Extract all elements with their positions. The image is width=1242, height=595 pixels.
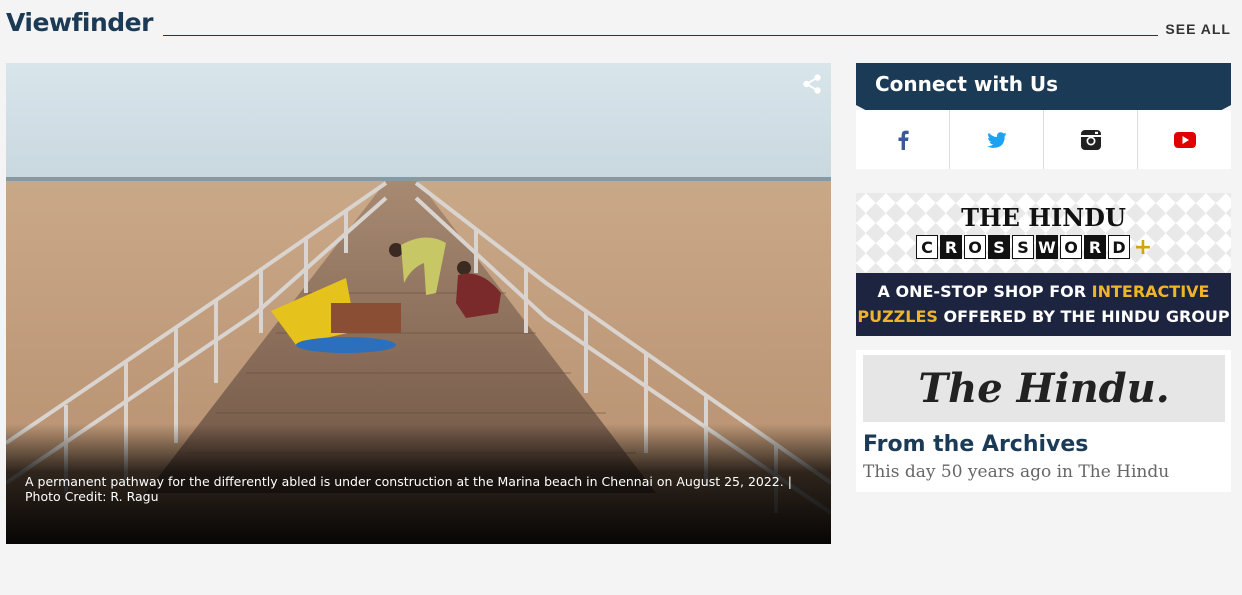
wordmark-tile: C <box>916 235 938 259</box>
wordmark-tile: W <box>1036 235 1058 259</box>
crossword-masthead: THE HINDU <box>961 203 1126 232</box>
youtube-icon <box>1173 131 1196 148</box>
wordmark-tile: S <box>1012 235 1034 259</box>
ad-text: A ONE-STOP SHOP FOR <box>877 282 1092 301</box>
facebook-link[interactable] <box>856 110 950 169</box>
facebook-icon <box>898 130 909 150</box>
archive-subtitle: This day 50 years ago in The Hindu <box>863 462 1170 482</box>
viewfinder-photo-card[interactable]: A permanent pathway for the differently … <box>6 63 831 544</box>
wordmark-tile: R <box>940 235 962 259</box>
wordmark-tile: O <box>964 235 986 259</box>
crossword-ad-line-2: PUZZLES OFFERED BY THE HINDU GROUP <box>856 307 1231 326</box>
crossword-wordmark: C R O S S W O R D + <box>916 234 1154 260</box>
archive-title: From the Archives <box>863 432 1089 457</box>
wordmark-tile: R <box>1084 235 1106 259</box>
see-all-link[interactable]: SEE ALL <box>1165 21 1231 37</box>
connect-title: Connect with Us <box>875 72 1059 96</box>
instagram-icon <box>1080 129 1101 150</box>
archives-card[interactable]: The Hindu. From the Archives This day 50… <box>856 350 1231 492</box>
twitter-link[interactable] <box>950 110 1044 169</box>
crossword-ad-line-1: A ONE-STOP SHOP FOR INTERACTIVE <box>856 282 1231 301</box>
instagram-link[interactable] <box>1044 110 1138 169</box>
social-links <box>856 110 1231 169</box>
title-divider <box>163 35 1158 36</box>
ad-text: OFFERED BY THE HINDU GROUP <box>937 307 1230 326</box>
wordmark-tile: O <box>1060 235 1082 259</box>
wordmark-tile: S <box>988 235 1010 259</box>
connect-header: Connect with Us <box>856 63 1231 105</box>
youtube-link[interactable] <box>1138 110 1231 169</box>
wordmark-plus: + <box>1133 234 1153 260</box>
archive-masthead: The Hindu. <box>863 355 1225 422</box>
photo-caption: A permanent pathway for the differently … <box>25 474 792 504</box>
ad-highlight: INTERACTIVE <box>1091 282 1210 301</box>
crossword-ad-top: THE HINDU C R O S S W O R D + <box>856 193 1231 273</box>
ad-highlight: PUZZLES <box>857 307 938 326</box>
twitter-icon <box>986 131 1007 148</box>
share-icon[interactable] <box>801 73 823 95</box>
section-title: Viewfinder <box>6 8 153 37</box>
crossword-ad-banner[interactable]: THE HINDU C R O S S W O R D + A ONE-STOP… <box>856 193 1231 336</box>
wordmark-tile: D <box>1108 235 1130 259</box>
